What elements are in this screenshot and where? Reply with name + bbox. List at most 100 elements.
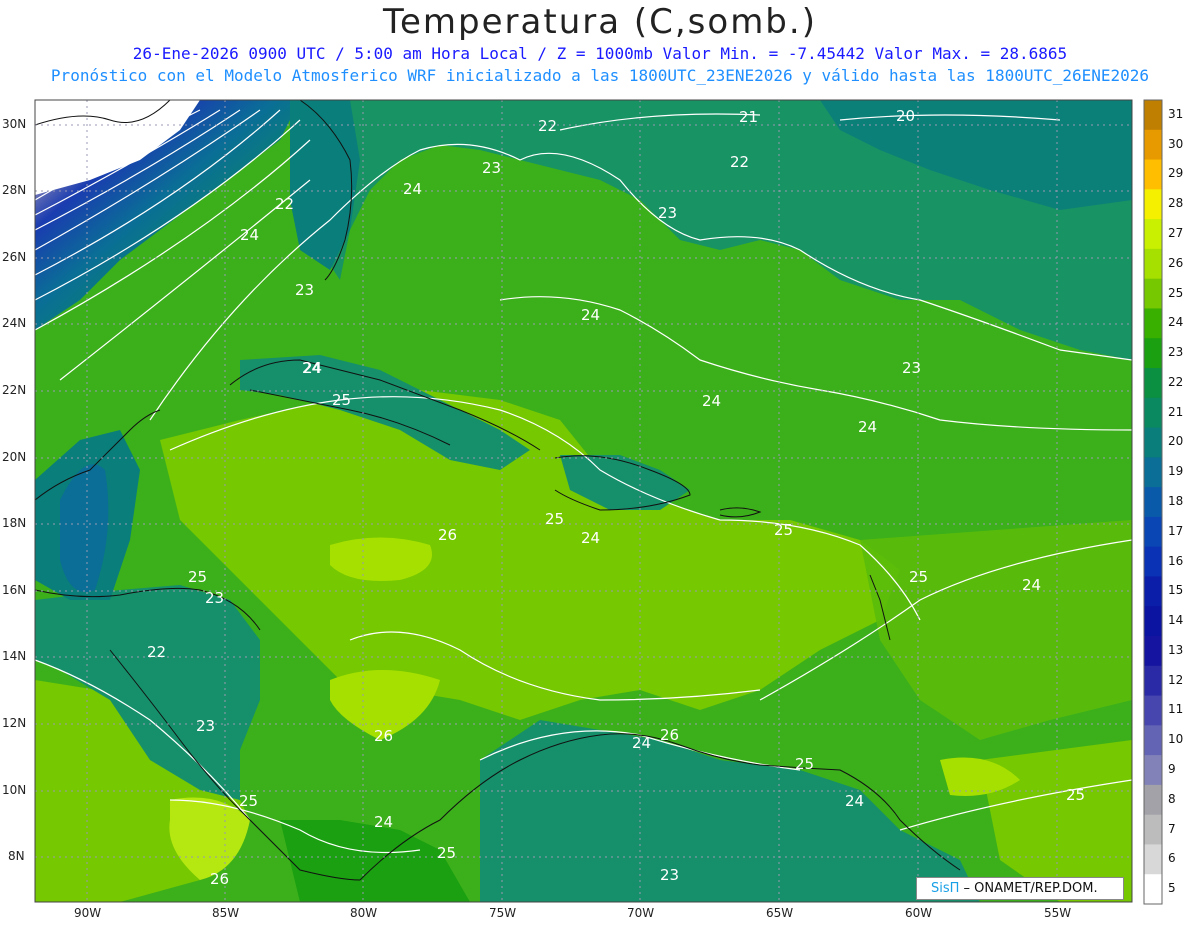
credit-box: SisΠ – ONAMET/REP.DOM. — [916, 877, 1124, 900]
contour-label: 23 — [482, 159, 501, 177]
contour-label: 24 — [858, 418, 877, 436]
contour-label: 23 — [658, 204, 677, 222]
colorbar-swatch — [1144, 189, 1162, 220]
colorbar-label: 27 — [1168, 226, 1184, 240]
colorbar-label: 28 — [1168, 196, 1184, 211]
lat-label: 24N — [2, 316, 27, 330]
lat-label: 22N — [2, 383, 27, 397]
contour-label: 25 — [909, 568, 928, 586]
contour-label: 21 — [739, 108, 758, 126]
colorbar-swatch — [1144, 308, 1162, 339]
lon-label: 60W — [905, 906, 933, 920]
colorbar-swatch — [1144, 814, 1162, 845]
contour-label: 20 — [896, 107, 915, 125]
colorbar-swatch — [1144, 516, 1162, 548]
colorbar-swatch — [1144, 427, 1162, 458]
colorbar-label: 10 — [1168, 732, 1184, 747]
contour-label: 24 — [581, 306, 600, 324]
colorbar-swatch — [1144, 248, 1162, 280]
contour-label: 23 — [196, 717, 215, 735]
contour-label: 22 — [538, 117, 557, 135]
colorbar-label: 8 — [1168, 791, 1176, 806]
contour-label: 22 — [730, 153, 749, 171]
lat-label: 28N — [2, 183, 27, 197]
colorbar-label: 20 — [1168, 434, 1184, 449]
colorbar-label: 31 — [1168, 106, 1184, 121]
lat-label: 16N — [2, 583, 27, 597]
colorbar-swatch — [1144, 606, 1162, 637]
colorbar-label: 6 — [1168, 851, 1176, 866]
contour-label: 26 — [660, 726, 679, 744]
lat-label: 14N — [2, 649, 27, 663]
colorbar-label: 13 — [1168, 642, 1184, 657]
lat-label: 18N — [2, 516, 27, 530]
colorbar-label: 18 — [1168, 494, 1184, 508]
credit-org: – ONAMET/REP.DOM. — [959, 881, 1098, 896]
colorbar-swatch — [1144, 755, 1162, 786]
contour-label: 26 — [374, 727, 393, 745]
colorbar-swatch — [1144, 546, 1162, 577]
contour-label: 26 — [210, 870, 229, 888]
contour-label: 24 — [702, 392, 721, 410]
contour-label: 24 — [581, 529, 600, 547]
contour-label: 23 — [660, 866, 679, 884]
colorbar-label: 23 — [1168, 345, 1184, 360]
colorbar-label: 9 — [1168, 762, 1176, 776]
contour-label: 25 — [774, 521, 793, 539]
colorbar — [1144, 100, 1162, 905]
contour-label: 24 — [632, 734, 651, 752]
lat-label: 30N — [2, 117, 27, 131]
colorbar-label: 26 — [1168, 255, 1184, 270]
contour-label: 25 — [1066, 786, 1085, 804]
colorbar-swatch — [1144, 368, 1162, 399]
contour-label: 24 — [403, 180, 422, 198]
colorbar-label: 21 — [1168, 404, 1184, 419]
contour-label: 23 — [902, 359, 921, 377]
lat-label: 8N — [8, 849, 25, 863]
lat-label: 20N — [2, 450, 27, 464]
contour-label: 24 — [845, 792, 864, 810]
temperature-map: 20 21 22 22 23 23 24 24 22 24 23 24 25 2… — [34, 99, 1163, 905]
lat-label: 10N — [2, 783, 27, 797]
lon-label: 85W — [212, 906, 240, 920]
colorbar-swatch — [1144, 576, 1162, 607]
lon-label: 75W — [489, 906, 517, 920]
lon-label: 70W — [627, 906, 655, 920]
colorbar-swatch — [1144, 397, 1162, 429]
colorbar-swatch — [1144, 129, 1162, 161]
colorbar-label: 14 — [1168, 613, 1184, 628]
contour-label: 26 — [438, 526, 457, 544]
colorbar-label: 11 — [1168, 702, 1184, 717]
contour-label: 25 — [239, 792, 258, 810]
contour-label: 24 — [374, 813, 393, 831]
colorbar-label: 16 — [1168, 553, 1184, 568]
colorbar-label: 25 — [1168, 285, 1184, 300]
contour-label: 25 — [188, 568, 207, 586]
colorbar-swatch — [1144, 665, 1162, 697]
lon-label: 90W — [74, 906, 102, 920]
contour-label: 25 — [795, 755, 814, 773]
colorbar-label: 17 — [1168, 523, 1184, 538]
contour-label: 25 — [437, 844, 456, 862]
colorbar-swatch — [1144, 219, 1162, 250]
colorbar-label: 22 — [1168, 374, 1184, 389]
colorbar-swatch — [1144, 487, 1162, 518]
lat-label: 26N — [2, 250, 27, 264]
colorbar-swatch — [1144, 159, 1162, 190]
colorbar-swatch — [1144, 725, 1162, 756]
colorbar-label: 7 — [1168, 821, 1176, 836]
contour-label: 22 — [147, 643, 166, 661]
colorbar-label: 15 — [1168, 583, 1184, 598]
contour-label: 24 — [240, 226, 259, 244]
colorbar-swatch — [1144, 457, 1162, 488]
colorbar-swatch — [1144, 636, 1162, 667]
colorbar-label: 12 — [1168, 672, 1184, 687]
contour-label: 22 — [275, 195, 294, 213]
lon-label: 55W — [1044, 906, 1072, 920]
contour-label: 25 — [545, 510, 564, 528]
contour-label: 24 — [302, 359, 321, 377]
colorbar-label: 30 — [1168, 136, 1184, 151]
lon-label: 80W — [350, 906, 378, 920]
colorbar-label: 5 — [1168, 881, 1176, 896]
lat-label: 12N — [2, 716, 27, 730]
